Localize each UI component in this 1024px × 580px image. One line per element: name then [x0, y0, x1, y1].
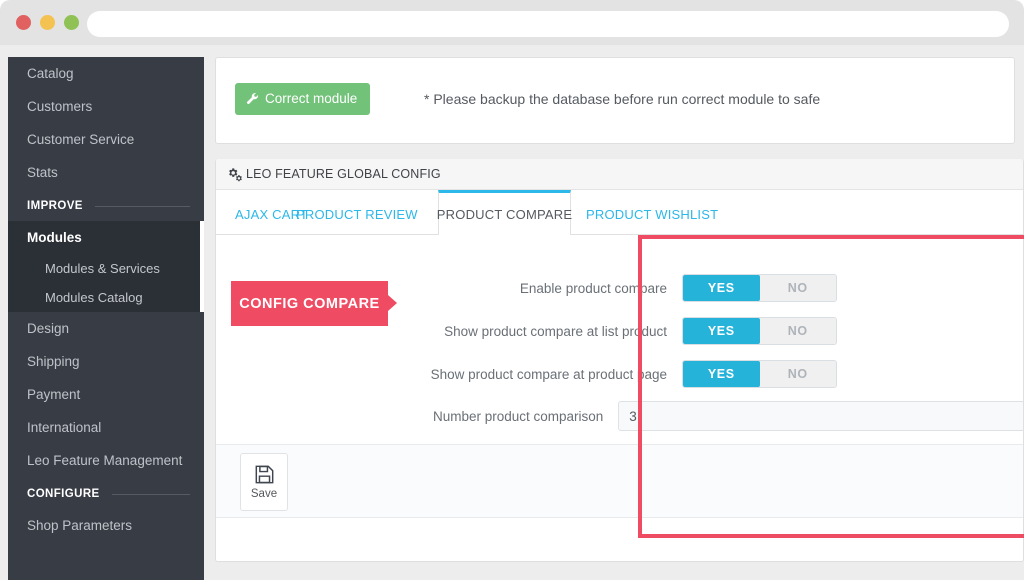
- row-label: Show product compare at list product: [444, 323, 667, 339]
- tab-product-wishlist[interactable]: PRODUCT WISHLIST: [586, 207, 718, 222]
- sidebar-section-configure: CONFIGURE: [8, 477, 204, 509]
- sidebar-item-label: International: [27, 420, 102, 435]
- toggle-yes-option[interactable]: YES: [683, 318, 760, 344]
- correct-module-card: Correct module * Please backup the datab…: [215, 57, 1015, 144]
- save-button-label: Save: [250, 488, 278, 500]
- page-body: Catalog Customers Customer Service Stats…: [0, 45, 1024, 580]
- toggle-no-option[interactable]: NO: [759, 318, 836, 344]
- sidebar-item-shipping[interactable]: Shipping: [8, 345, 204, 378]
- section-divider: [111, 493, 190, 495]
- sidebar-item-label: Design: [27, 321, 70, 336]
- sidebar-item-label: Modules: [27, 230, 82, 245]
- toggle-yes-option[interactable]: YES: [683, 361, 760, 387]
- sidebar-item-customer-service[interactable]: Customer Service: [8, 123, 204, 156]
- sidebar-item-international[interactable]: International: [8, 411, 204, 444]
- sidebar-item-modules-services[interactable]: Modules & Services: [8, 254, 204, 283]
- sidebar-item-stats[interactable]: Stats: [8, 156, 204, 189]
- show-compare-list-product-toggle[interactable]: YES NO: [682, 317, 837, 345]
- sidebar-section-label: CONFIGURE: [27, 488, 100, 500]
- leo-feature-global-config-panel: LEO FEATURE GLOBAL CONFIG AJAX CART PROD…: [215, 159, 1024, 562]
- sidebar-subitem-label: Modules & Services: [45, 261, 160, 276]
- sidebar-section-label: IMPROVE: [27, 200, 83, 212]
- sidebar-item-shop-parameters[interactable]: Shop Parameters: [8, 509, 204, 542]
- sidebar-item-label: Stats: [27, 165, 58, 180]
- correct-module-button[interactable]: Correct module: [235, 83, 371, 115]
- main-content: Correct module * Please backup the datab…: [215, 57, 1024, 580]
- window-controls: [16, 15, 79, 30]
- sidebar-item-leo-feature-management[interactable]: Leo Feature Management: [8, 444, 204, 477]
- sidebar-item-label: Customers: [27, 99, 93, 114]
- save-button[interactable]: Save: [240, 453, 288, 511]
- sidebar-item-modules-catalog[interactable]: Modules Catalog: [8, 283, 204, 312]
- app-root: Catalog Customers Customer Service Stats…: [0, 0, 1024, 580]
- tab-product-compare[interactable]: PRODUCT COMPARE: [436, 190, 573, 235]
- sidebar-item-payment[interactable]: Payment: [8, 378, 204, 411]
- sidebar-item-catalog[interactable]: Catalog: [8, 57, 204, 90]
- number-product-comparison-input[interactable]: [618, 401, 1023, 431]
- row-label: Show product compare at product page: [430, 366, 667, 382]
- minimize-window-button[interactable]: [40, 15, 55, 30]
- row-label: Enable product compare: [519, 280, 667, 296]
- tab-label: PRODUCT WISHLIST: [586, 207, 719, 222]
- row-enable-product-compare: Enable product compare YES NO: [216, 273, 1023, 303]
- wrench-icon: [246, 92, 259, 105]
- floppy-disk-icon: [254, 464, 275, 485]
- toggle-no-option[interactable]: NO: [759, 275, 836, 301]
- sidebar-item-label: Shop Parameters: [27, 518, 133, 533]
- toggle-no-option[interactable]: NO: [759, 361, 836, 387]
- panel-title: LEO FEATURE GLOBAL CONFIG: [246, 167, 441, 181]
- tab-label: PRODUCT COMPARE: [436, 206, 573, 222]
- correct-module-button-label: Correct module: [265, 91, 358, 106]
- sidebar-item-modules[interactable]: Modules: [8, 221, 204, 254]
- sidebar-item-label: Customer Service: [27, 132, 135, 147]
- sidebar-item-label: Leo Feature Management: [27, 453, 183, 468]
- product-compare-form: CONFIG COMPARE Enable product compare YE…: [216, 235, 1023, 445]
- browser-chrome: [0, 0, 1024, 45]
- backup-warning-text: * Please backup the database before run …: [424, 91, 821, 107]
- sidebar-item-label: Catalog: [27, 66, 74, 81]
- sidebar-section-improve: IMPROVE: [8, 189, 204, 221]
- toggle-yes-option[interactable]: YES: [683, 275, 760, 301]
- panel-footer: Save: [216, 445, 1023, 518]
- sidebar-item-design[interactable]: Design: [8, 312, 204, 345]
- tab-product-review[interactable]: PRODUCT REVIEW: [296, 207, 418, 222]
- panel-header: LEO FEATURE GLOBAL CONFIG: [216, 159, 1023, 190]
- cogs-icon: [226, 167, 242, 182]
- close-window-button[interactable]: [16, 15, 31, 30]
- row-label: Number product comparison: [432, 408, 604, 424]
- show-compare-product-page-toggle[interactable]: YES NO: [682, 360, 837, 388]
- sidebar-group-modules: Modules Modules & Services Modules Catal…: [8, 221, 204, 312]
- maximize-window-button[interactable]: [64, 15, 79, 30]
- sidebar-item-label: Shipping: [27, 354, 80, 369]
- enable-product-compare-toggle[interactable]: YES NO: [682, 274, 837, 302]
- sidebar-item-label: Payment: [27, 387, 81, 402]
- row-show-compare-product-page: Show product compare at product page YES…: [216, 359, 1023, 389]
- tab-strip: AJAX CART PRODUCT REVIEW PRODUCT COMPARE…: [216, 190, 1023, 235]
- panel-bottom-spacer: [216, 518, 1023, 561]
- sidebar-subitem-label: Modules Catalog: [45, 290, 143, 305]
- section-divider: [94, 205, 190, 207]
- tab-label: PRODUCT REVIEW: [296, 207, 418, 222]
- sidebar-nav: Catalog Customers Customer Service Stats…: [8, 57, 204, 580]
- row-show-compare-list-product: Show product compare at list product YES…: [216, 316, 1023, 346]
- url-input[interactable]: [87, 11, 1009, 37]
- row-number-product-comparison: Number product comparison: [216, 401, 1023, 431]
- sidebar-item-customers[interactable]: Customers: [8, 90, 204, 123]
